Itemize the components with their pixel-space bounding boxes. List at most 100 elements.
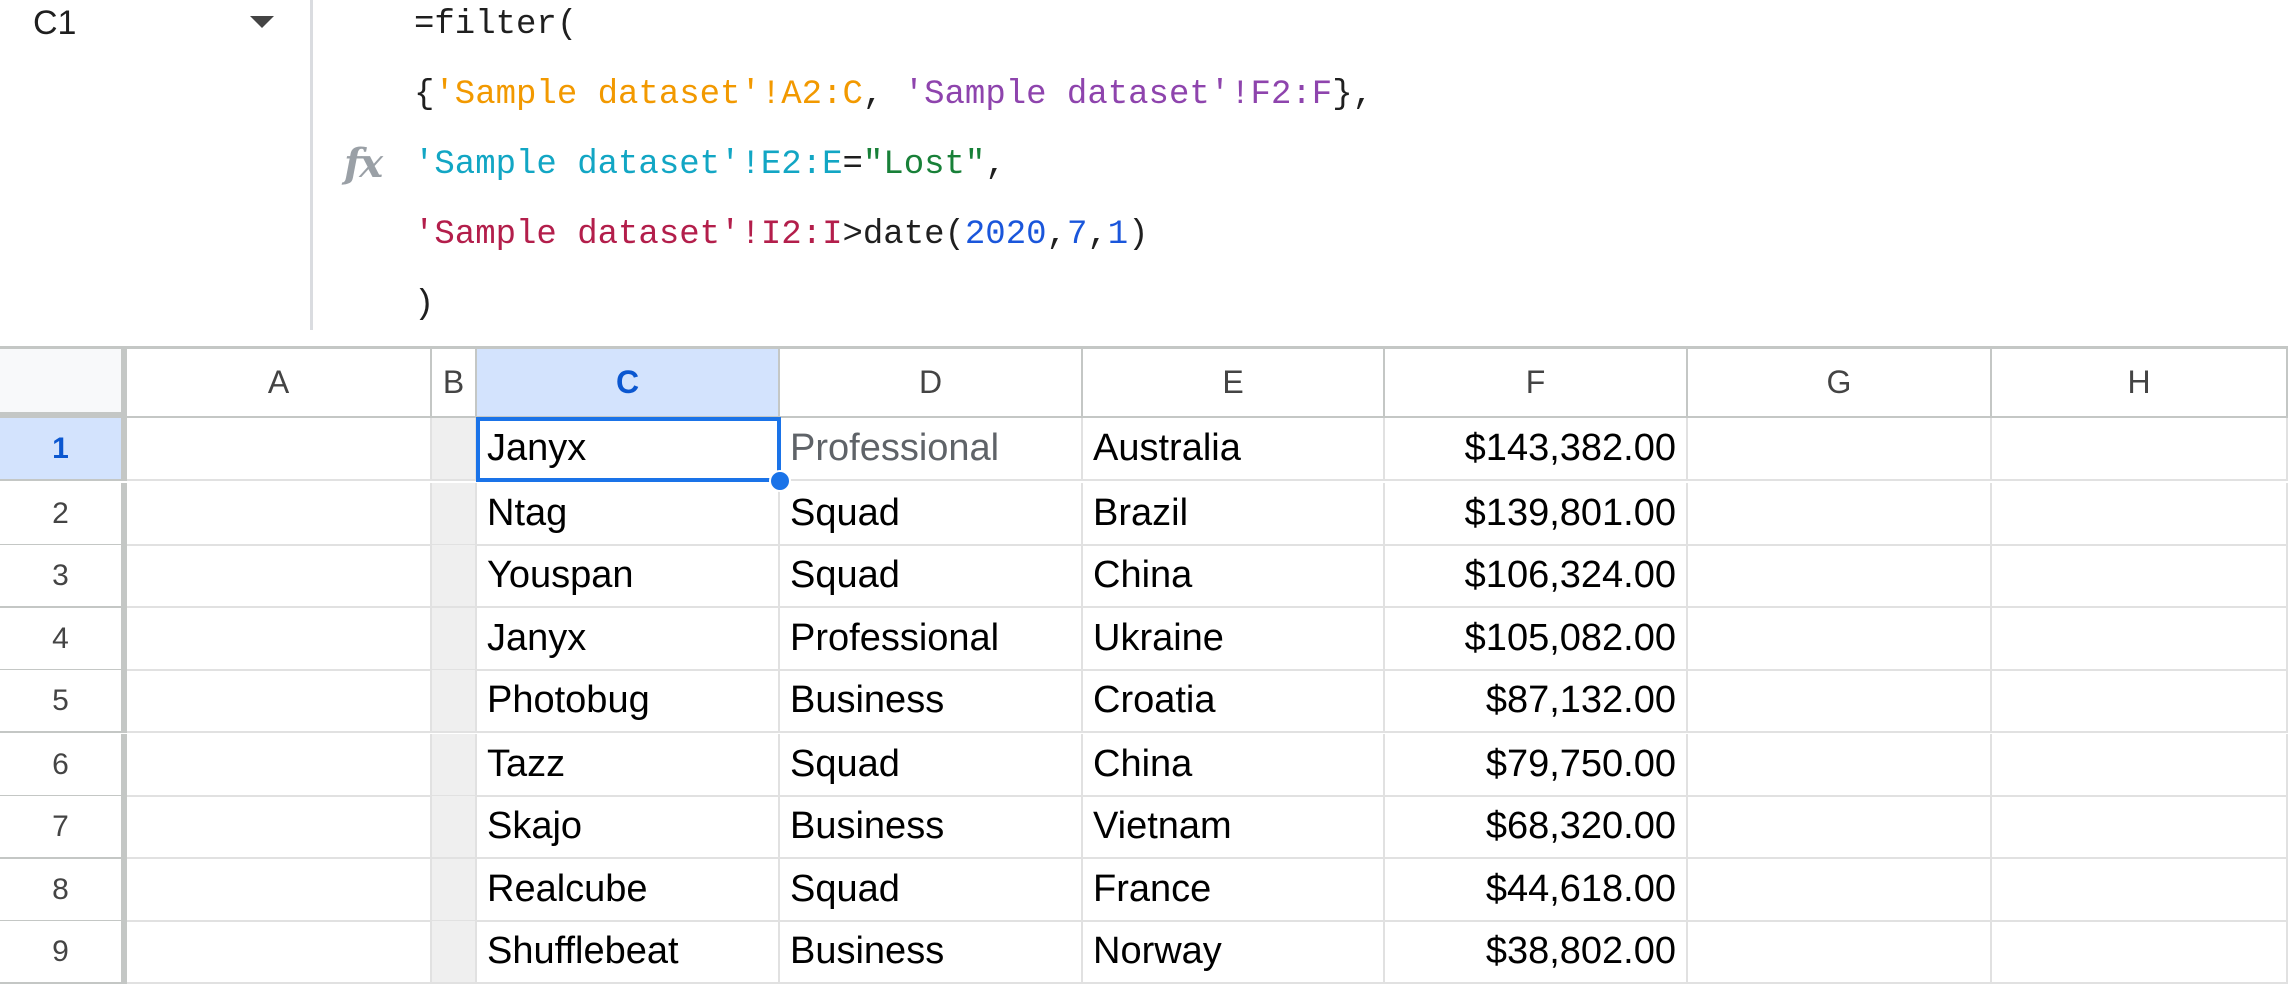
column-header-a[interactable]: A (127, 346, 432, 418)
fill-handle[interactable] (769, 470, 791, 492)
row-header-9[interactable]: 9 (0, 921, 127, 984)
cell-c9[interactable]: Shufflebeat (477, 921, 780, 984)
cell-a5[interactable] (127, 670, 432, 733)
cell-f6[interactable]: $79,750.00 (1385, 734, 1688, 797)
cell-b2[interactable] (432, 483, 477, 546)
cell-d1[interactable]: Professional (780, 418, 1083, 481)
cell-a9[interactable] (127, 921, 432, 984)
cell-h6[interactable] (1992, 734, 2288, 797)
cell-f2[interactable]: $139,801.00 (1385, 483, 1688, 546)
cell-e7[interactable]: Vietnam (1083, 796, 1385, 859)
cell-c1[interactable]: Janyx (477, 418, 780, 481)
row-header-7[interactable]: 7 (0, 796, 127, 859)
cell-f4[interactable]: $105,082.00 (1385, 608, 1688, 671)
column-header-h[interactable]: H (1992, 346, 2288, 418)
cell-f3[interactable]: $106,324.00 (1385, 545, 1688, 608)
cell-e3[interactable]: China (1083, 545, 1385, 608)
cell-d3[interactable]: Squad (780, 545, 1083, 608)
cell-b7[interactable] (432, 796, 477, 859)
column-header-e[interactable]: E (1083, 346, 1385, 418)
column-header-d[interactable]: D (780, 346, 1083, 418)
cell-b6[interactable] (432, 734, 477, 797)
cell-e5[interactable]: Croatia (1083, 670, 1385, 733)
cell-d9[interactable]: Business (780, 921, 1083, 984)
formula-token: , (862, 76, 904, 114)
cell-h4[interactable] (1992, 608, 2288, 671)
cell-h8[interactable] (1992, 859, 2288, 922)
row-header-2[interactable]: 2 (0, 483, 127, 546)
cell-b9[interactable] (432, 921, 477, 984)
row-header-6[interactable]: 6 (0, 734, 127, 797)
cell-g1[interactable] (1688, 418, 1992, 481)
cell-h9[interactable] (1992, 921, 2288, 984)
cell-c2[interactable]: Ntag (477, 483, 780, 546)
cell-e2[interactable]: Brazil (1083, 483, 1385, 546)
cell-a4[interactable] (127, 608, 432, 671)
column-header-c[interactable]: C (477, 346, 780, 418)
row-header-5[interactable]: 5 (0, 670, 127, 733)
cell-a8[interactable] (127, 859, 432, 922)
cell-e8[interactable]: France (1083, 859, 1385, 922)
cell-g2[interactable] (1688, 483, 1992, 546)
cell-h3[interactable] (1992, 545, 2288, 608)
cell-g7[interactable] (1688, 796, 1992, 859)
cell-d6[interactable]: Squad (780, 734, 1083, 797)
cell-a6[interactable] (127, 734, 432, 797)
cell-f1[interactable]: $143,382.00 (1385, 418, 1688, 481)
formula-token: , (985, 146, 1006, 184)
column-header-f[interactable]: F (1385, 346, 1688, 418)
cell-c6[interactable]: Tazz (477, 734, 780, 797)
cell-g3[interactable] (1688, 545, 1992, 608)
cell-f9[interactable]: $38,802.00 (1385, 921, 1688, 984)
cell-g8[interactable] (1688, 859, 1992, 922)
row-header-3[interactable]: 3 (0, 545, 127, 608)
row-header-4[interactable]: 4 (0, 608, 127, 671)
name-box[interactable]: C1 (0, 0, 310, 50)
cell-f7[interactable]: $68,320.00 (1385, 796, 1688, 859)
cell-g5[interactable] (1688, 670, 1992, 733)
cell-a3[interactable] (127, 545, 432, 608)
cell-b5[interactable] (432, 670, 477, 733)
cell-h7[interactable] (1992, 796, 2288, 859)
cell-d4[interactable]: Professional (780, 608, 1083, 671)
formula-line-3: 'Sample dataset'!E2:E="Lost", (414, 140, 1006, 190)
cell-g9[interactable] (1688, 921, 1992, 984)
cell-b4[interactable] (432, 608, 477, 671)
row-header-1[interactable]: 1 (0, 418, 127, 481)
cell-b3[interactable] (432, 545, 477, 608)
cell-c3[interactable]: Youspan (477, 545, 780, 608)
cell-d5[interactable]: Business (780, 670, 1083, 733)
cell-c5[interactable]: Photobug (477, 670, 780, 733)
cell-e9[interactable]: Norway (1083, 921, 1385, 984)
cell-h2[interactable] (1992, 483, 2288, 546)
cell-a1[interactable] (127, 418, 432, 481)
cell-c4[interactable]: Janyx (477, 608, 780, 671)
cell-d2[interactable]: Squad (780, 483, 1083, 546)
column-header-g[interactable]: G (1688, 346, 1992, 418)
cell-c7[interactable]: Skajo (477, 796, 780, 859)
cell-d8[interactable]: Squad (780, 859, 1083, 922)
cell-e1[interactable]: Australia (1083, 418, 1385, 481)
row-header-8[interactable]: 8 (0, 859, 127, 922)
cell-c8[interactable]: Realcube (477, 859, 780, 922)
cell-e6[interactable]: China (1083, 734, 1385, 797)
cell-d7[interactable]: Business (780, 796, 1083, 859)
cell-f8[interactable]: $44,618.00 (1385, 859, 1688, 922)
cell-h5[interactable] (1992, 670, 2288, 733)
formula-line-4: 'Sample dataset'!I2:I>date(2020,7,1) (414, 210, 1149, 260)
select-all-corner[interactable] (0, 346, 127, 418)
formula-token: 'Sample dataset'!I2:I (414, 216, 843, 254)
cell-h1[interactable] (1992, 418, 2288, 481)
cell-b1[interactable] (432, 418, 477, 481)
cell-f5[interactable]: $87,132.00 (1385, 670, 1688, 733)
chevron-down-icon[interactable] (250, 16, 274, 28)
formula-token: 1 (1107, 216, 1129, 254)
cell-b8[interactable] (432, 859, 477, 922)
formula-token: , (1046, 216, 1067, 254)
cell-g4[interactable] (1688, 608, 1992, 671)
cell-e4[interactable]: Ukraine (1083, 608, 1385, 671)
cell-a7[interactable] (127, 796, 432, 859)
cell-g6[interactable] (1688, 734, 1992, 797)
column-header-b[interactable]: B (432, 346, 477, 418)
cell-a2[interactable] (127, 483, 432, 546)
